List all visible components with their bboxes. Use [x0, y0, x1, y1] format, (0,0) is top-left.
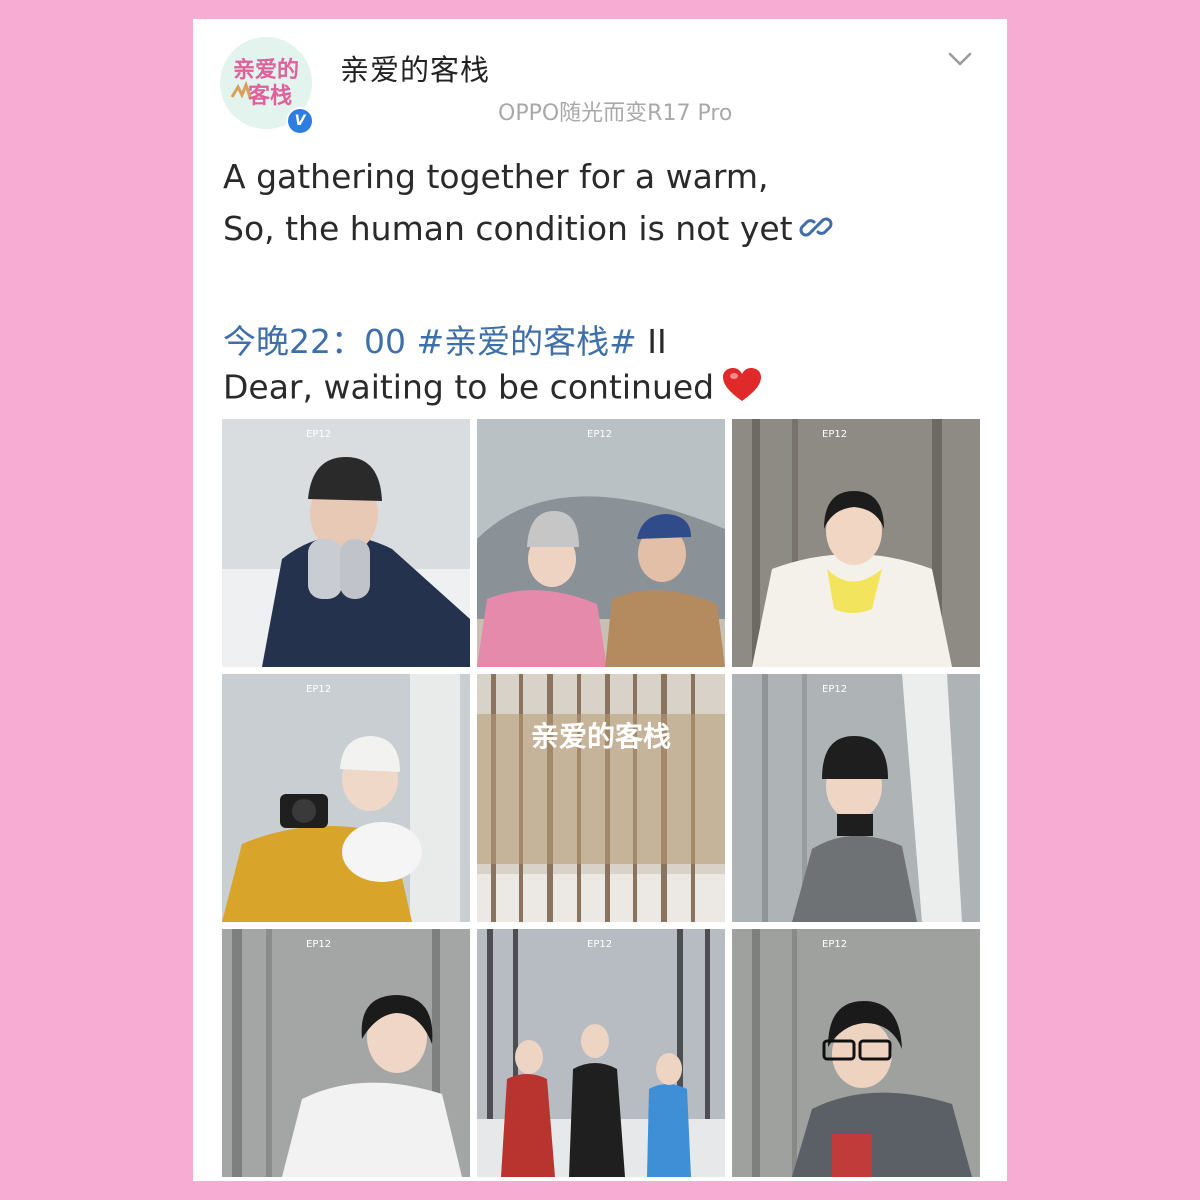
- tile-overlay-text: EP12: [306, 939, 331, 950]
- photo-1[interactable]: EP12: [222, 419, 470, 667]
- post-text-line-4-text: Dear, waiting to be continued: [223, 367, 715, 407]
- post-text-line-4: Dear, waiting to be continued: [223, 367, 762, 411]
- hashtag-link[interactable]: 今晚22：00 #亲爱的客栈#: [223, 322, 637, 361]
- photo-3[interactable]: EP12: [732, 419, 980, 667]
- post-text-tail: II: [636, 322, 667, 361]
- post-hashtag-line: 今晚22：00 #亲爱的客栈# II: [223, 315, 667, 363]
- photo-4[interactable]: EP12: [222, 674, 470, 922]
- photo-2[interactable]: EP12: [477, 419, 725, 667]
- post-text-line-2: So, the human condition is not yet: [223, 209, 833, 252]
- avatar[interactable]: 亲爱的 客栈 V: [220, 37, 314, 135]
- post-text-line-1: A gathering together for a warm,: [223, 157, 769, 196]
- post-source: OPPO随光而变R17 Pro: [498, 101, 733, 126]
- tile-overlay-text: EP12: [306, 684, 331, 695]
- post-text-line-2-text: So, the human condition is not yet: [223, 209, 793, 248]
- photo-grid: EP12 EP12 EP12 EP12 亲爱的客栈 EP12 EP12 EP12…: [222, 419, 980, 1177]
- link-icon[interactable]: [799, 210, 833, 252]
- tile-overlay-text: EP12: [822, 684, 847, 695]
- chevron-down-icon[interactable]: [948, 49, 972, 69]
- heart-icon: [722, 367, 762, 411]
- tile-overlay-text: EP12: [587, 429, 612, 440]
- photo-5[interactable]: 亲爱的客栈: [477, 674, 725, 922]
- verified-badge-icon: V: [286, 107, 314, 135]
- username[interactable]: 亲爱的客栈: [340, 47, 490, 89]
- tile-overlay-text: EP12: [587, 939, 612, 950]
- photo-6[interactable]: EP12: [732, 674, 980, 922]
- tile-overlay-text: EP12: [822, 939, 847, 950]
- center-logo-text: 亲爱的客栈: [531, 720, 671, 753]
- tile-overlay-text: EP12: [822, 429, 847, 440]
- svg-text:客栈: 客栈: [248, 83, 292, 109]
- tile-overlay-text: EP12: [306, 429, 331, 440]
- photo-9[interactable]: EP12: [732, 929, 980, 1177]
- photo-7[interactable]: EP12: [222, 929, 470, 1177]
- svg-text:亲爱的: 亲爱的: [233, 57, 299, 83]
- weibo-post-card: 亲爱的 客栈 V 亲爱的客栈 OPPO随光而变R17 Pro A gatheri…: [193, 19, 1007, 1181]
- photo-8[interactable]: EP12: [477, 929, 725, 1177]
